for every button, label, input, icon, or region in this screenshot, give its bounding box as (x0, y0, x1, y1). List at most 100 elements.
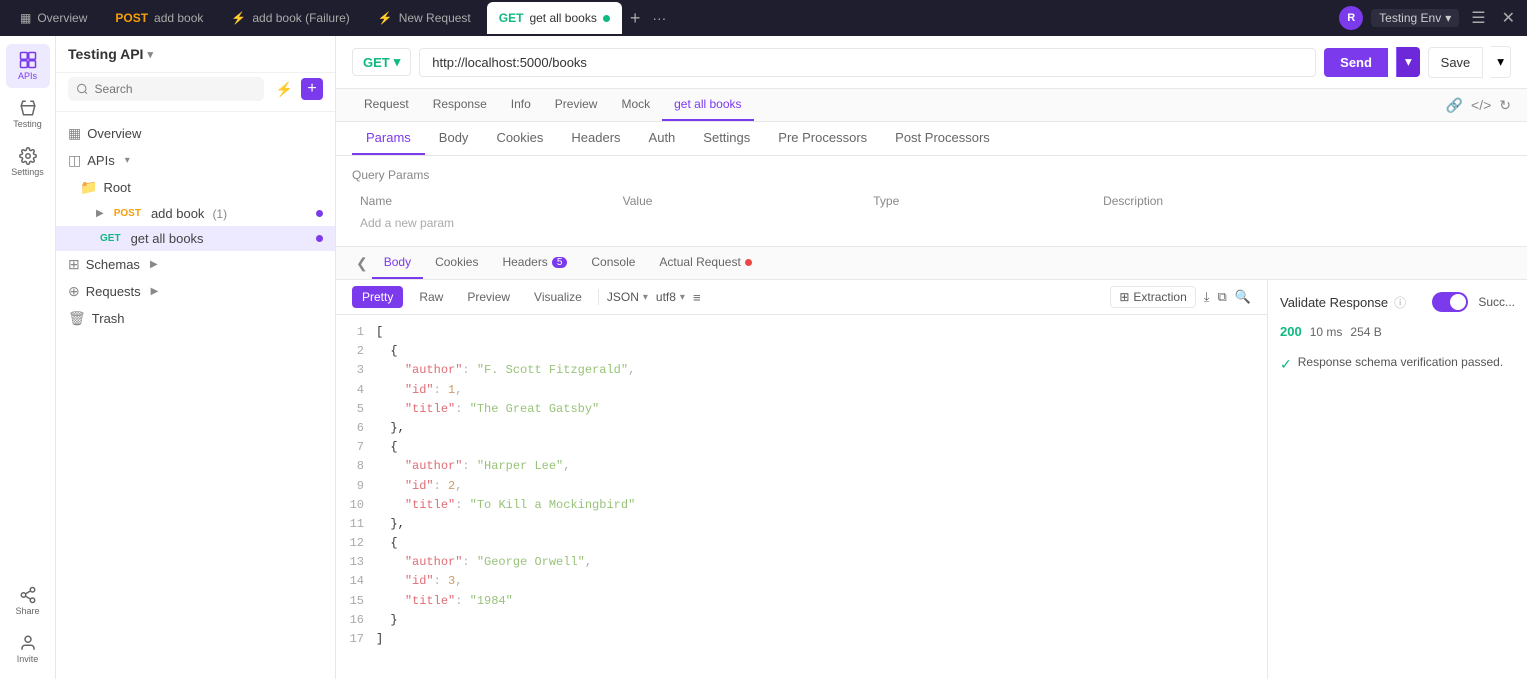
add-tab-button[interactable]: + (626, 8, 645, 29)
tree-schemas-label: Schemas (86, 257, 140, 272)
hamburger-button[interactable]: ☰ (1467, 6, 1489, 30)
tab-overview[interactable]: ▦ Overview (8, 2, 99, 34)
add-param-row[interactable]: Add a new param (352, 212, 1511, 234)
code-line: 16 } (336, 611, 1267, 630)
close-button[interactable]: ✕ (1498, 6, 1519, 30)
tab-response[interactable]: Response (421, 89, 499, 121)
tab-post-add-book[interactable]: POST add book (103, 2, 215, 34)
search-box[interactable] (68, 77, 264, 101)
add-param-cell[interactable]: Add a new param (352, 212, 1511, 234)
sidebar-item-share[interactable]: Share (6, 579, 50, 623)
headers-badge: 5 (552, 257, 568, 268)
search-icon[interactable]: 🔍 (1235, 289, 1251, 305)
tab-headers[interactable]: Headers (557, 122, 634, 155)
col-type: Type (865, 190, 1095, 212)
tab-cookies-resp[interactable]: Cookies (423, 247, 490, 279)
tab-cookies[interactable]: Cookies (482, 122, 557, 155)
params-table: Name Value Type Description Add a new pa… (352, 190, 1511, 234)
pretty-button[interactable]: Pretty (352, 286, 403, 308)
download-icon[interactable]: ⤓ (1204, 289, 1210, 305)
tab-mock[interactable]: Mock (609, 89, 662, 121)
sidebar-item-settings[interactable]: Settings (6, 140, 50, 184)
tree-item-schemas[interactable]: ⊞ Schemas ▶ (56, 251, 335, 278)
preview-button[interactable]: Preview (459, 286, 518, 308)
chevron-down-icon: ▾ (394, 54, 401, 70)
url-input[interactable] (419, 48, 1316, 77)
add-button[interactable]: + (301, 78, 323, 100)
tab-headers-resp[interactable]: Headers 5 (490, 247, 579, 279)
validation-panel: Validate Response ⓘ Succ... 200 10 ms 25… (1267, 280, 1527, 679)
raw-button[interactable]: Raw (411, 286, 451, 308)
code-line: 12 { (336, 534, 1267, 553)
tab-new-request[interactable]: ⚡ New Request (366, 2, 483, 34)
code-icon[interactable]: </> (1471, 97, 1491, 114)
code-line: 6 }, (336, 419, 1267, 438)
active-dot (316, 210, 323, 217)
tab-preview[interactable]: Preview (543, 89, 610, 121)
response-toolbar: Pretty Raw Preview Visualize JSON ▾ utf8… (336, 280, 1267, 315)
tree-item-requests[interactable]: ⊕ Requests ▶ (56, 278, 335, 305)
sidebar-item-testing[interactable]: Testing (6, 92, 50, 136)
share-label: Share (15, 606, 39, 616)
tab-auth[interactable]: Auth (635, 122, 690, 155)
share-icon (19, 586, 37, 604)
trash-icon: 🗑 (68, 310, 86, 327)
tab-body[interactable]: Body (372, 247, 423, 279)
testing-icon (19, 99, 37, 117)
search-input[interactable] (95, 82, 256, 96)
encoding-select[interactable]: utf8 ▾ (656, 290, 685, 304)
tab-get-all-books[interactable]: GET get all books (487, 2, 622, 34)
tab-info[interactable]: Info (499, 89, 543, 121)
tree-item-apis[interactable]: ◫ APIs ▾ (56, 147, 335, 174)
tab-get-all-books[interactable]: get all books (662, 89, 753, 121)
tab-post-add-book-label: add book (154, 11, 203, 25)
left-panel-tree: ▦ Overview ◫ APIs ▾ 📁 Root ▶ POST add bo… (56, 112, 335, 679)
tab-params[interactable]: Params (352, 122, 425, 155)
code-line: 13 "author": "George Orwell", (336, 553, 1267, 572)
search-row: ⚡ + (56, 73, 335, 112)
tree-item-post-add-book[interactable]: ▶ POST add book (1) (56, 201, 335, 226)
collapse-button[interactable]: ❮ (352, 255, 372, 272)
code-line: 7 { (336, 438, 1267, 457)
tree-requests-label: Requests (86, 284, 141, 299)
tab-add-book-failure[interactable]: ⚡ add book (Failure) (219, 2, 361, 34)
visualize-button[interactable]: Visualize (526, 286, 590, 308)
code-line: 3 "author": "F. Scott Fitzgerald", (336, 361, 1267, 380)
save-button[interactable]: Save (1428, 47, 1484, 78)
env-selector[interactable]: Testing Env ▾ (1371, 9, 1459, 27)
tree-item-root[interactable]: 📁 Root (56, 174, 335, 201)
refresh-icon[interactable]: ↻ (1499, 97, 1511, 114)
top-tab-bar: ▦ Overview POST add book ⚡ add book (Fai… (0, 0, 1527, 36)
filter-button[interactable]: ⚡ (272, 78, 297, 101)
more-tabs-button[interactable]: ··· (648, 10, 670, 26)
code-line: 10 "title": "To Kill a Mockingbird" (336, 496, 1267, 515)
lang-select[interactable]: JSON ▾ (607, 290, 648, 304)
tree-item-get-all-books[interactable]: GET get all books (56, 226, 335, 251)
chevron-down-icon: ▾ (147, 48, 153, 61)
tab-actual-request[interactable]: Actual Request (647, 247, 763, 279)
send-button[interactable]: Send (1324, 48, 1388, 77)
method-selector[interactable]: GET ▾ (352, 48, 411, 76)
tab-body[interactable]: Body (425, 122, 483, 155)
link-icon[interactable]: 🔗 (1446, 97, 1463, 114)
tab-request[interactable]: Request (352, 89, 421, 121)
tab-pre-processors[interactable]: Pre Processors (764, 122, 881, 155)
lightning-icon: ⚡ (378, 11, 393, 25)
tree-item-overview[interactable]: ▦ Overview (56, 120, 335, 147)
send-dropdown-button[interactable]: ▾ (1396, 47, 1420, 77)
tab-settings[interactable]: Settings (689, 122, 764, 155)
save-dropdown-button[interactable]: ▾ (1491, 46, 1511, 78)
validate-toggle[interactable] (1432, 292, 1468, 312)
sidebar-item-apis[interactable]: APIs (6, 44, 50, 88)
sidebar-item-invite[interactable]: Invite (6, 627, 50, 671)
tab-post-processors[interactable]: Post Processors (881, 122, 1004, 155)
count-label: (1) (212, 207, 227, 221)
active-dot (603, 15, 610, 22)
extraction-button[interactable]: ⊞ Extraction (1110, 286, 1195, 308)
apis-label: APIs (18, 71, 37, 81)
tree-item-trash[interactable]: 🗑 Trash (56, 305, 335, 332)
copy-icon[interactable]: ⧉ (1218, 289, 1227, 305)
wrap-icon[interactable]: ≡ (693, 290, 701, 305)
code-line: 15 "title": "1984" (336, 592, 1267, 611)
tab-console[interactable]: Console (579, 247, 647, 279)
